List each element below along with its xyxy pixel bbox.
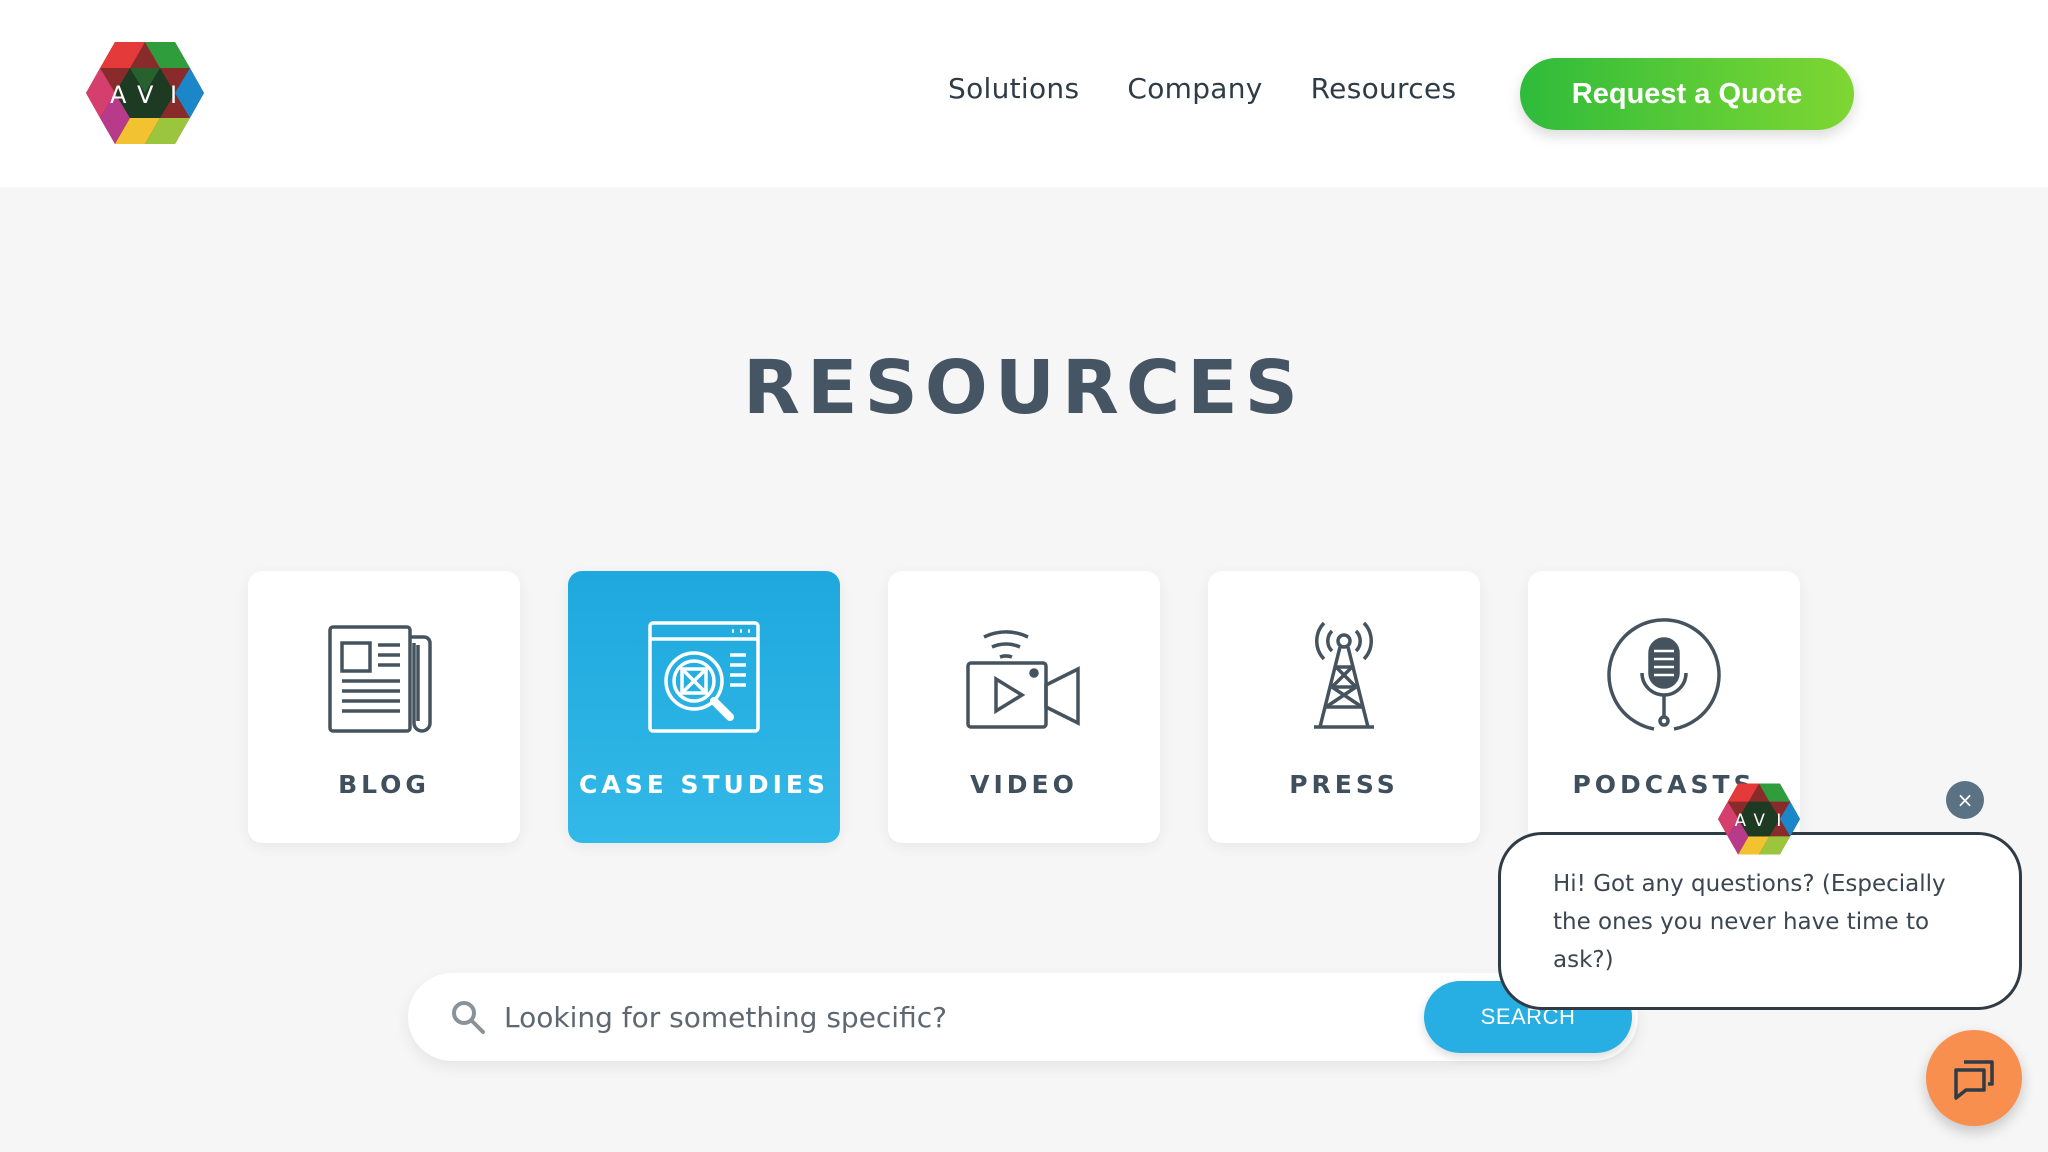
microphone-icon: [1607, 618, 1721, 731]
video-camera-icon: [966, 630, 1080, 729]
chat-launcher-button[interactable]: [1926, 1030, 2022, 1126]
tile-blog[interactable]: BLOG: [248, 571, 520, 843]
radio-tower-icon: [1314, 621, 1374, 729]
tile-video[interactable]: VIDEO: [888, 571, 1160, 843]
avatar-letter-a: A: [1735, 811, 1747, 830]
avatar-letter-i: I: [1776, 811, 1781, 830]
logo-letter-v: V: [137, 81, 154, 109]
site-header: A V I Solutions Company Resources Reques…: [0, 0, 2048, 187]
avatar-letter-v: V: [1753, 811, 1765, 830]
tile-press[interactable]: PRESS: [1208, 571, 1480, 843]
chat-bubbles-icon: [1954, 1060, 1994, 1100]
main-nav: Solutions Company Resources: [948, 72, 1504, 105]
chat-close-button[interactable]: ×: [1946, 781, 1984, 819]
page-title: RESOURCES: [743, 345, 1305, 431]
newspaper-icon: [328, 625, 432, 733]
close-icon: ×: [1956, 788, 1974, 812]
nav-company[interactable]: Company: [1127, 72, 1262, 105]
tile-case-studies[interactable]: CASE STUDIES: [568, 571, 840, 843]
tile-label: PRESS: [1289, 770, 1399, 799]
tile-label: BLOG: [338, 770, 430, 799]
avi-logo[interactable]: A V I: [86, 40, 204, 146]
request-quote-button[interactable]: Request a Quote: [1520, 58, 1854, 130]
chat-message: Hi! Got any questions? (Especially the o…: [1553, 871, 1946, 973]
search-input[interactable]: [504, 991, 1404, 1043]
logo-letter-a: A: [110, 81, 127, 109]
nav-solutions[interactable]: Solutions: [948, 72, 1079, 105]
resource-categories: BLOG CASE STUDIES VIDEO PRESS PODCASTS: [248, 571, 1800, 843]
tile-label: VIDEO: [970, 770, 1078, 799]
logo-letter-i: I: [170, 81, 177, 109]
tile-label: CASE STUDIES: [579, 770, 829, 799]
nav-resources[interactable]: Resources: [1311, 72, 1457, 105]
resource-search: SEARCH: [408, 973, 1638, 1061]
search-icon: [452, 1001, 485, 1034]
case-study-icon: [648, 621, 760, 733]
chat-avatar: A V I: [1718, 783, 1800, 855]
